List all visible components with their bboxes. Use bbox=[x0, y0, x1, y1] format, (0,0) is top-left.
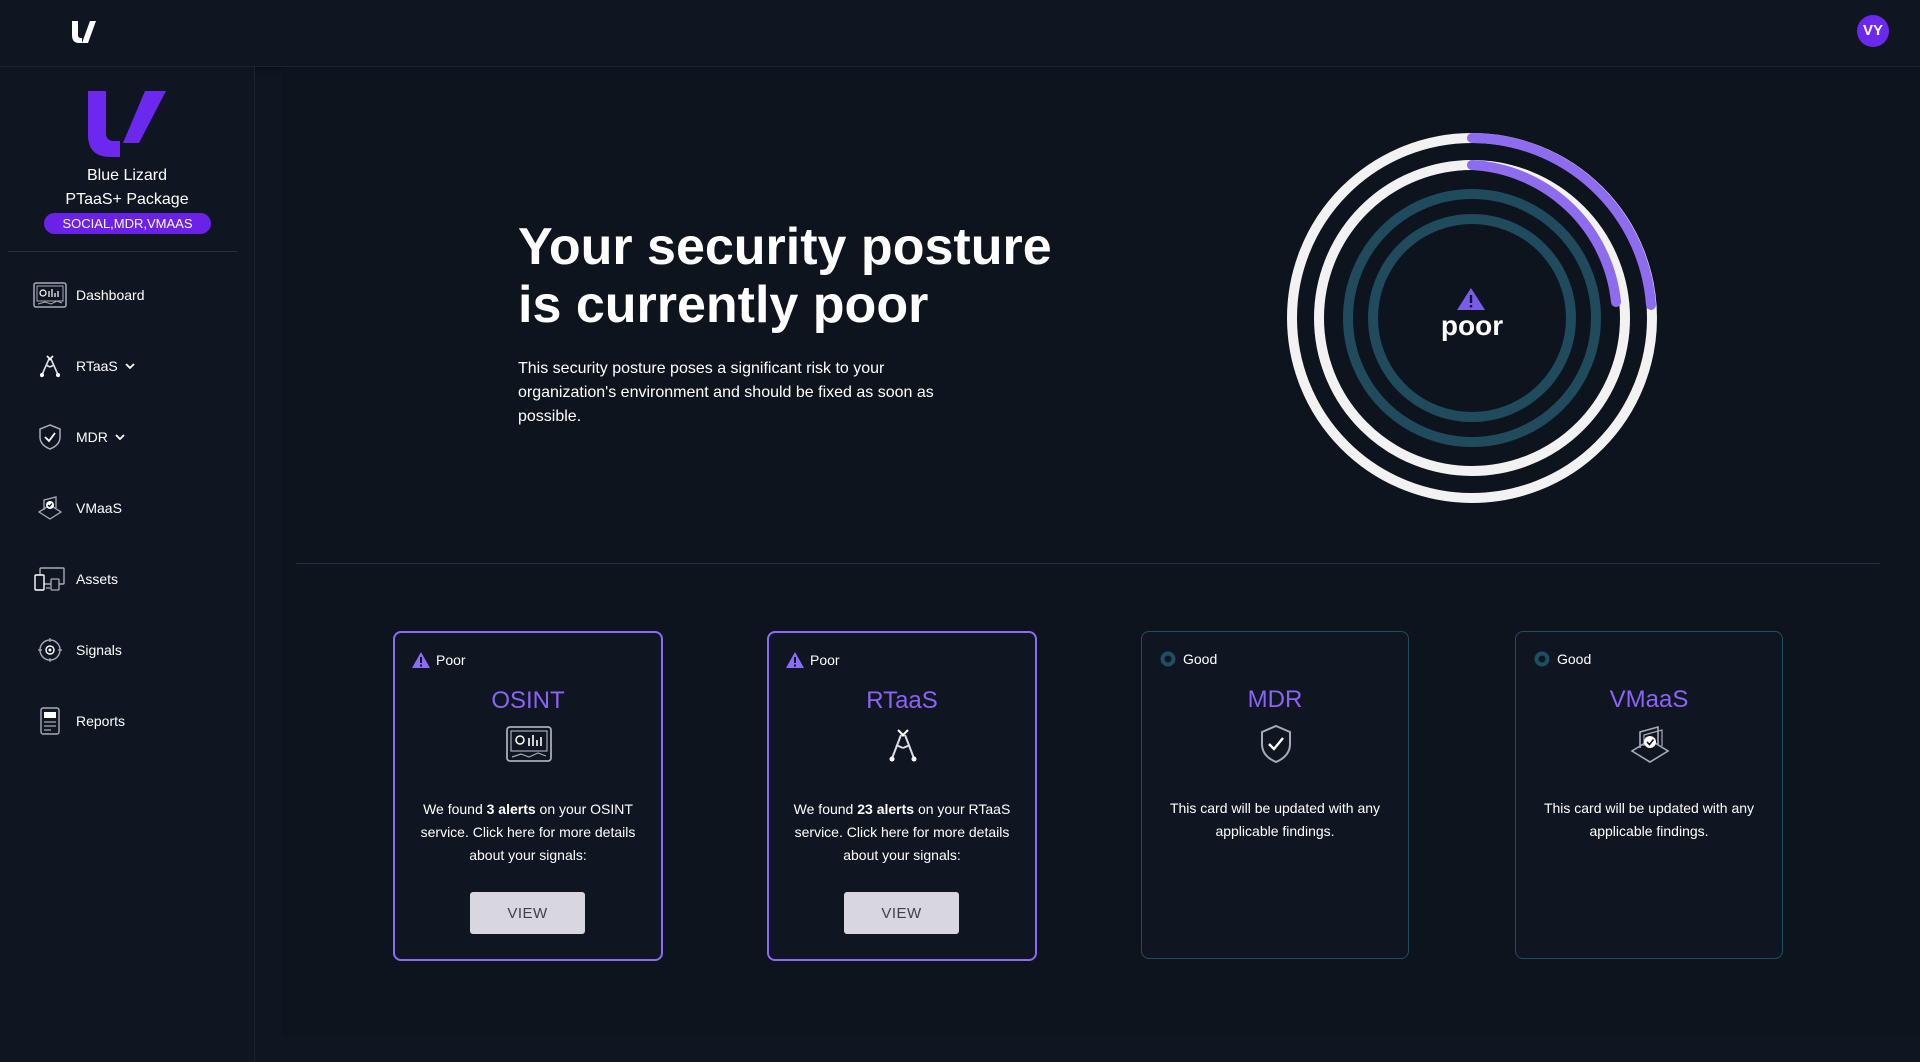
card-rtaas[interactable]: Poor RTaaS We found 23 alerts on your RT… bbox=[767, 631, 1037, 961]
dashboard-icon bbox=[32, 279, 68, 311]
status-text: Poor bbox=[436, 652, 466, 668]
sidebar-item-label: Dashboard bbox=[76, 287, 145, 303]
package-name: PTaaS+ Package bbox=[65, 191, 189, 208]
status-badge: Poor bbox=[411, 651, 466, 669]
sidebar-item-vmaas[interactable]: VMaaS bbox=[32, 488, 242, 528]
alert-count: 3 alerts bbox=[486, 801, 536, 817]
sidebar-item-label: Signals bbox=[76, 642, 122, 658]
card-title: RTaaS bbox=[866, 687, 938, 714]
brand-logo-icon bbox=[88, 91, 166, 157]
app-logo-icon[interactable] bbox=[70, 20, 98, 44]
card-description: We found 3 alerts on your OSINT service.… bbox=[420, 801, 636, 863]
card-mdr[interactable]: Good MDR This card will be updated with … bbox=[1141, 631, 1409, 959]
rtaas-icon bbox=[32, 350, 68, 382]
rtaas-icon bbox=[889, 729, 917, 762]
signals-icon bbox=[32, 634, 68, 666]
sidebar-item-mdr[interactable]: MDR bbox=[32, 417, 242, 457]
sidebar-item-label: VMaaS bbox=[76, 500, 122, 516]
sidebar-item-label: Assets bbox=[76, 571, 119, 587]
dashboard-icon bbox=[506, 726, 552, 762]
posture-description: This security posture poses a significan… bbox=[518, 360, 934, 425]
card-osint[interactable]: Poor OSINT We found 3 alerts on your OSI… bbox=[393, 631, 663, 961]
card-description: We found 23 alerts on your RTaaS service… bbox=[793, 801, 1011, 863]
alert-count: 23 alerts bbox=[857, 801, 915, 817]
org-name: Blue Lizard bbox=[86, 167, 168, 184]
sidebar-item-dashboard[interactable]: Dashboard bbox=[32, 275, 242, 315]
gauge-label: poor bbox=[1440, 310, 1504, 341]
chevron-down-icon bbox=[115, 434, 125, 441]
status-text: Good bbox=[1557, 651, 1592, 667]
sidebar-item-label: Reports bbox=[76, 713, 126, 729]
status-badge: Poor bbox=[785, 651, 840, 669]
view-button[interactable]: VIEW bbox=[844, 892, 959, 934]
assets-icon bbox=[32, 563, 68, 595]
user-avatar[interactable]: VY bbox=[1857, 15, 1889, 47]
card-title: MDR bbox=[1247, 686, 1303, 713]
sidebar-item-label: RTaaS bbox=[76, 358, 118, 374]
shield-check-icon bbox=[32, 421, 68, 453]
card-title: VMaaS bbox=[1609, 686, 1689, 713]
title-line-1: Your security posture bbox=[518, 218, 1052, 276]
card-description: This card will be updated with any appli… bbox=[1169, 800, 1381, 839]
card-description: This card will be updated with any appli… bbox=[1543, 800, 1755, 839]
sidebar-item-signals[interactable]: Signals bbox=[32, 630, 242, 670]
section-divider bbox=[296, 563, 1880, 564]
status-badge: Good bbox=[1158, 650, 1217, 668]
sidebar-divider bbox=[8, 251, 237, 252]
reports-icon bbox=[32, 705, 68, 737]
title-line-2: is currently poor bbox=[518, 276, 929, 334]
vmaas-icon bbox=[1630, 725, 1670, 763]
vmaas-icon bbox=[32, 492, 68, 524]
warning-icon bbox=[412, 652, 430, 668]
view-button[interactable]: VIEW bbox=[470, 892, 585, 934]
sidebar-item-assets[interactable]: Assets bbox=[32, 559, 242, 599]
warning-icon bbox=[1457, 288, 1485, 310]
services-badge: SOCIAL,MDR,VMAAS bbox=[44, 213, 211, 234]
sidebar: Blue Lizard PTaaS+ Package SOCIAL,MDR,VM… bbox=[0, 67, 255, 1062]
shield-check-icon bbox=[1261, 724, 1291, 764]
chevron-down-icon bbox=[125, 363, 135, 370]
card-title: OSINT bbox=[491, 687, 565, 714]
sidebar-item-label: MDR bbox=[76, 429, 108, 445]
good-status-icon bbox=[1160, 651, 1176, 667]
card-vmaas[interactable]: Good VMaaS This card will be updated wit… bbox=[1515, 631, 1783, 959]
status-badge: Good bbox=[1532, 650, 1591, 668]
warning-icon bbox=[786, 652, 804, 668]
top-bar: VY bbox=[0, 0, 1920, 67]
sidebar-item-reports[interactable]: Reports bbox=[32, 701, 242, 741]
status-text: Good bbox=[1183, 651, 1218, 667]
good-status-icon bbox=[1534, 651, 1550, 667]
page-title: Your security posture is currently poor bbox=[518, 218, 1138, 334]
status-text: Poor bbox=[810, 652, 840, 668]
sidebar-item-rtaas[interactable]: RTaaS bbox=[32, 346, 242, 386]
